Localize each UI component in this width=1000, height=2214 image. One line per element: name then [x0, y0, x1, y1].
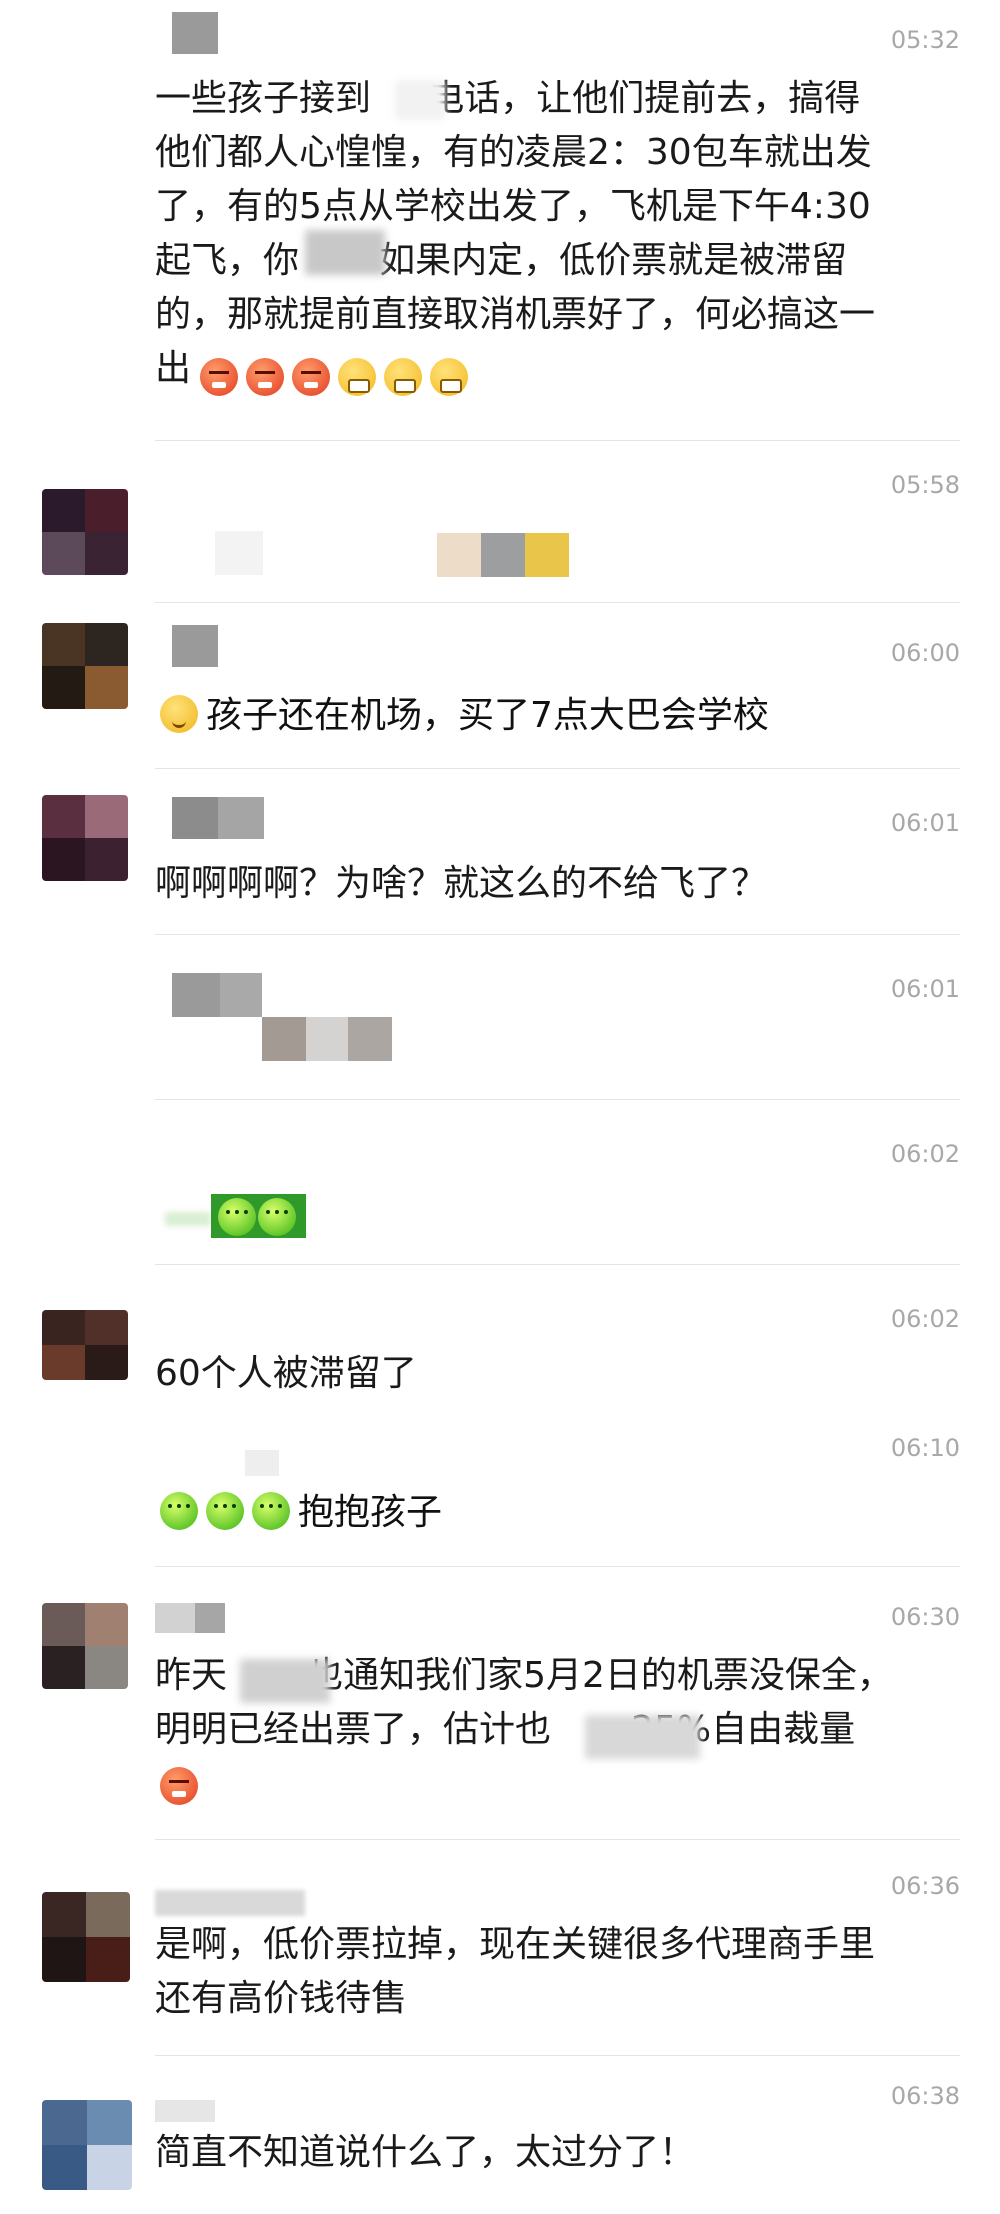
comment-1: 05:32 一些孩子接到 电话，让他们提前去，搞得 他们都人心惶惶，有的凌晨2：…	[0, 0, 1000, 440]
comment-time: 06:10	[890, 1434, 960, 1462]
redacted-content	[348, 1017, 392, 1061]
comment-8: 06:10 抱抱孩子	[0, 1400, 1000, 1565]
comment-9: 06:30 昨天 也通知我们家5月2日的机票没保全， 明明已经出票了，估计也 2…	[0, 1567, 1000, 1839]
comment-text: 啊啊啊啊？为啥？就这么的不给飞了？	[155, 863, 768, 904]
comment-time: 05:58	[890, 471, 960, 499]
crying-face-icon	[160, 695, 198, 733]
comment-time: 06:02	[890, 1305, 960, 1333]
comment-2: 05:58	[0, 441, 1000, 601]
tired-face-icon	[430, 358, 468, 396]
angry-face-icon	[292, 358, 330, 396]
angry-face-icon	[160, 1767, 198, 1805]
hugging-face-icon	[258, 1198, 296, 1236]
redacted-name	[220, 973, 262, 1017]
redacted-name	[172, 12, 218, 54]
comment-time: 05:32	[890, 26, 960, 54]
redacted-content	[165, 1212, 211, 1226]
redacted-name	[218, 797, 264, 839]
comment-text: 是啊，低价票拉掉，现在关键很多代理商手里 还有高价钱待售	[155, 1924, 876, 2019]
comment-time: 06:01	[890, 975, 960, 1003]
redacted-content	[215, 531, 263, 575]
comment-text: 孩子还在机场，买了7点大巴会学校	[206, 695, 769, 736]
redacted-name	[245, 1450, 279, 1476]
avatar	[42, 1310, 128, 1380]
comment-3: 06:00 孩子还在机场，买了7点大巴会学校	[0, 603, 1000, 768]
comment-text: 一些孩子接到 电话，让他们提前去，搞得 他们都人心惶惶，有的凌晨2：30包车就出…	[155, 78, 876, 389]
comment-time: 06:38	[890, 2082, 960, 2110]
redacted-content	[525, 533, 569, 577]
redacted-content	[481, 533, 525, 577]
avatar	[42, 2100, 132, 2190]
comment-5: 06:01	[0, 935, 1000, 1099]
comment-time: 06:02	[890, 1140, 960, 1168]
redacted-name	[155, 1890, 305, 1916]
redacted-name	[172, 973, 220, 1017]
hugging-face-icon	[206, 1492, 244, 1530]
redacted-content	[262, 1017, 306, 1061]
comment-time: 06:30	[890, 1603, 960, 1631]
hugging-face-icon	[252, 1492, 290, 1530]
comment-time: 06:00	[890, 639, 960, 667]
comment-10: 06:36 是啊，低价票拉掉，现在关键很多代理商手里 还有高价钱待售	[0, 1840, 1000, 2055]
redacted-name	[155, 1603, 195, 1633]
avatar	[42, 1892, 130, 1982]
comment-text: 60个人被滞留了	[155, 1353, 417, 1394]
comment-time: 06:01	[890, 809, 960, 837]
redacted-name	[195, 1603, 225, 1633]
angry-face-icon	[246, 358, 284, 396]
avatar	[42, 795, 128, 881]
redacted-text	[395, 80, 445, 120]
tired-face-icon	[384, 358, 422, 396]
emoji-row	[200, 358, 476, 396]
avatar	[42, 489, 128, 575]
redacted-name	[172, 625, 218, 667]
redacted-content	[437, 533, 481, 577]
avatar	[42, 623, 128, 709]
avatar	[42, 1603, 128, 1689]
redacted-content	[306, 1017, 348, 1061]
comment-7: 06:02 60个人被滞留了	[0, 1265, 1000, 1400]
comment-4: 06:01 啊啊啊啊？为啥？就这么的不给飞了？	[0, 769, 1000, 934]
redacted-name	[155, 2100, 215, 2122]
comment-time: 06:36	[890, 1872, 960, 1900]
comment-11: 06:38 简直不知道说什么了，太过分了！	[0, 2056, 1000, 2214]
angry-face-icon	[200, 358, 238, 396]
comment-6: 06:02	[0, 1100, 1000, 1264]
redacted-name	[172, 797, 218, 839]
redacted-text	[305, 230, 385, 275]
hugging-face-icon	[218, 1198, 256, 1236]
comment-text: 简直不知道说什么了，太过分了！	[155, 2132, 696, 2173]
comment-text: 抱抱孩子	[298, 1492, 443, 1533]
hugging-face-icon	[160, 1492, 198, 1530]
redacted-text	[585, 1715, 700, 1759]
redacted-text	[240, 1659, 330, 1703]
tired-face-icon	[338, 358, 376, 396]
